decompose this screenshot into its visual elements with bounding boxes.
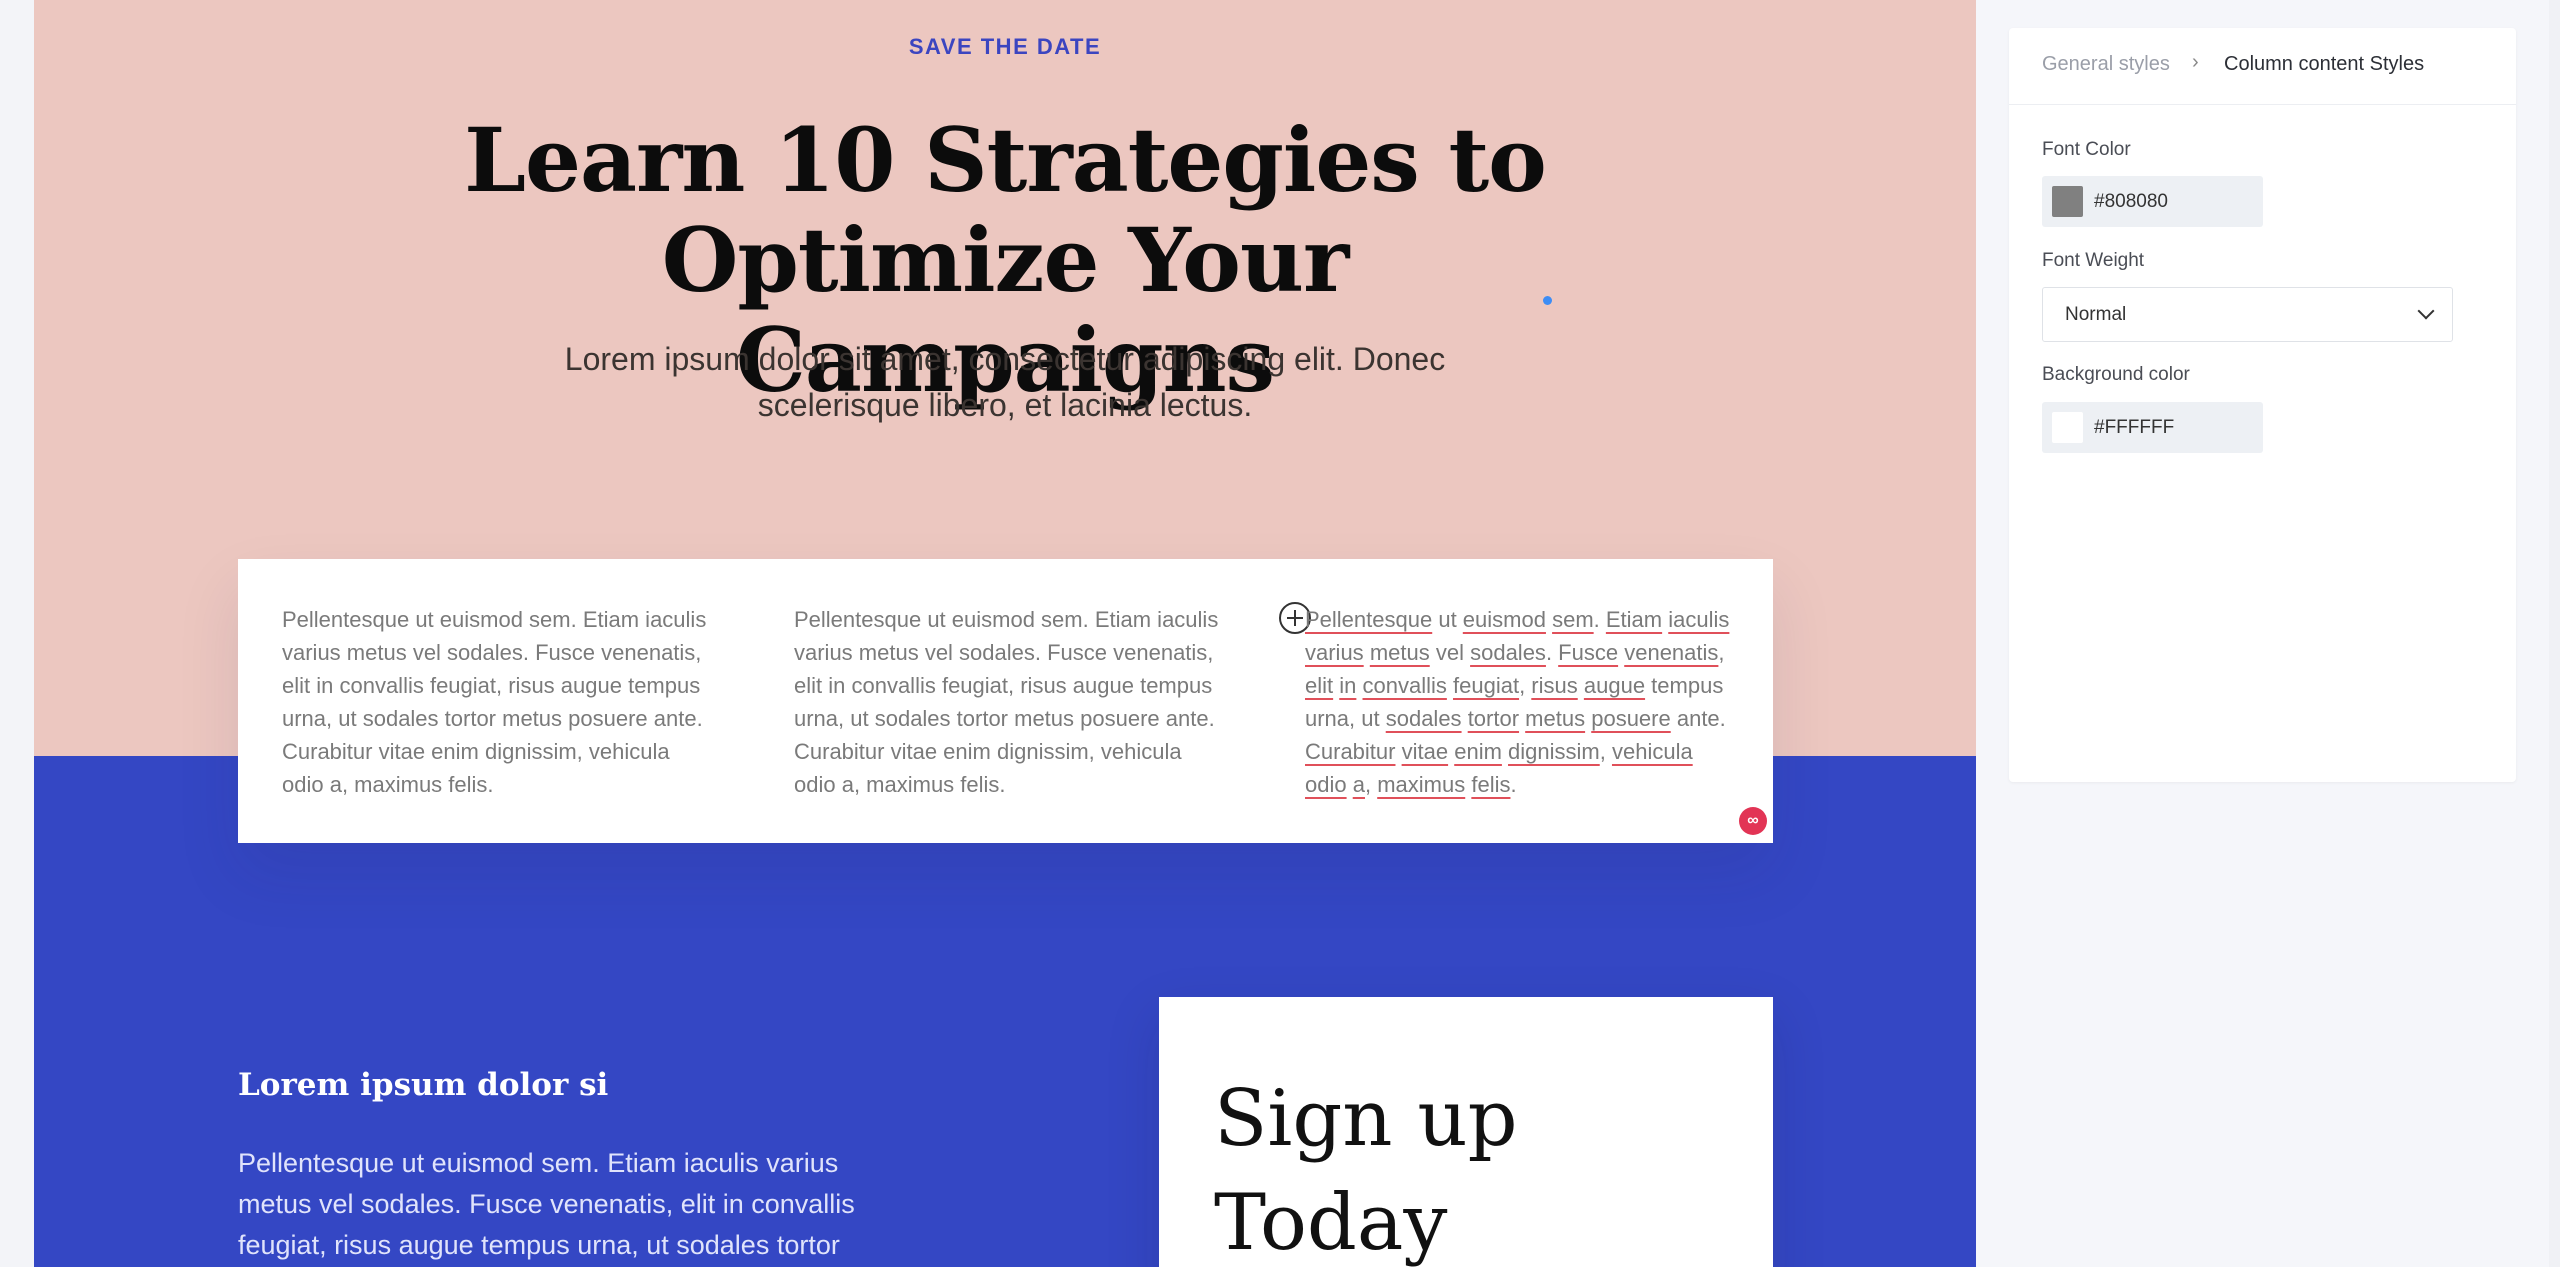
background-color-input[interactable]: #FFFFFF [2042, 402, 2263, 453]
grammar-checker-icon[interactable]: ∞ [1739, 807, 1767, 835]
text-cursor-indicator [1543, 296, 1552, 305]
font-weight-select[interactable]: Normal [2042, 287, 2453, 342]
signup-card[interactable]: Sign up Today [1159, 997, 1773, 1267]
font-color-value: #808080 [2094, 191, 2168, 212]
eyebrow-text[interactable]: SAVE THE DATE [34, 34, 1976, 60]
left-gutter [0, 0, 34, 1267]
background-color-label: Background color [2042, 364, 2190, 385]
scrollbar-track[interactable] [2549, 0, 2560, 1267]
hero-subtitle[interactable]: Lorem ipsum dolor sit amet, consectetur … [505, 336, 1505, 428]
background-color-swatch[interactable] [2052, 412, 2083, 443]
columns-block[interactable]: Pellentesque ut euismod sem. Etiam iacul… [238, 559, 1773, 843]
section-heading[interactable]: Lorem ipsum dolor si [238, 1067, 608, 1103]
breadcrumb-current: Column content Styles [2224, 53, 2425, 75]
email-canvas[interactable]: SAVE THE DATE Learn 10 Strategies to Opt… [34, 0, 1976, 1267]
breadcrumb: General styles › Column content Styles [2009, 28, 2516, 105]
chevron-right-icon: › [2192, 51, 2199, 73]
font-color-label: Font Color [2042, 139, 2131, 160]
font-weight-label: Font Weight [2042, 250, 2145, 271]
background-color-value: #FFFFFF [2094, 417, 2175, 438]
column-3-text[interactable]: Pellentesque ut euismod sem. Etiam iacul… [1305, 603, 1735, 801]
breadcrumb-general-styles[interactable]: General styles [2042, 53, 2170, 76]
style-settings-panel: General styles › Column content Styles F… [2009, 28, 2516, 782]
font-color-swatch[interactable] [2052, 186, 2083, 217]
column-1-text[interactable]: Pellentesque ut euismod sem. Etiam iacul… [282, 603, 712, 801]
font-color-input[interactable]: #808080 [2042, 176, 2263, 227]
column-2-text[interactable]: Pellentesque ut euismod sem. Etiam iacul… [794, 603, 1224, 801]
font-weight-value: Normal [2065, 304, 2127, 325]
chevron-down-icon [2417, 302, 2435, 320]
section-paragraph[interactable]: Pellentesque ut euismod sem. Etiam iacul… [238, 1143, 898, 1266]
signup-title[interactable]: Sign up Today [1214, 1067, 1714, 1267]
column-3-spellchecked-text[interactable]: Pellentesque ut euismod sem. Etiam iacul… [1305, 607, 1729, 797]
